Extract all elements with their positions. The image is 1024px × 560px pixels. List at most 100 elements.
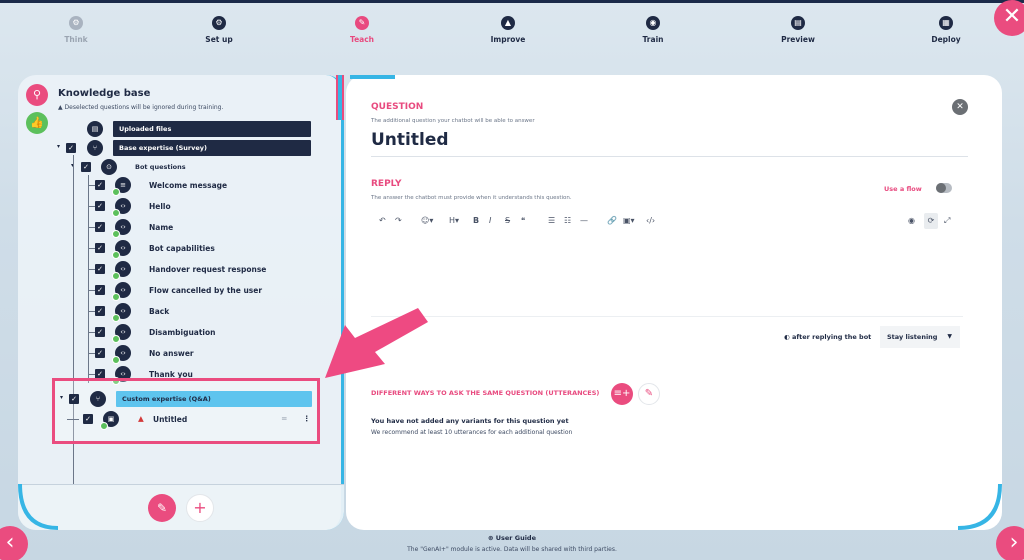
- item-label: Handover request response: [149, 265, 267, 274]
- redo-icon[interactable]: ↷: [395, 213, 402, 229]
- status-ok-icon: [112, 230, 120, 238]
- reply-editor[interactable]: [371, 235, 963, 317]
- base-expertise-checkbox[interactable]: ✓: [66, 143, 76, 153]
- bot-icon: ⊙: [101, 159, 117, 175]
- user-guide-link[interactable]: ⊛ User Guide: [488, 534, 536, 542]
- item-label: No answer: [149, 349, 194, 358]
- emoji-icon[interactable]: ☺▾: [421, 213, 433, 229]
- image-icon[interactable]: ▣▾: [623, 213, 635, 229]
- untitled-checkbox[interactable]: ✓: [83, 414, 93, 424]
- status-ok-icon: [112, 293, 120, 301]
- status-ok-icon: [112, 272, 120, 280]
- sync-icon[interactable]: ⟳: [924, 213, 938, 229]
- item-checkbox[interactable]: ✓: [95, 327, 105, 337]
- item-checkbox[interactable]: ✓: [95, 264, 105, 274]
- warning-icon: ▲: [58, 104, 63, 111]
- heading-icon[interactable]: H▾: [449, 213, 459, 229]
- tree-row-untitled[interactable]: ✓ ▣ ▲ Untitled ═ ⋮: [3, 409, 329, 430]
- bot-questions-checkbox[interactable]: ✓: [81, 162, 91, 172]
- magic-wand-icon[interactable]: ✎: [148, 494, 176, 522]
- horizontal-rule-icon[interactable]: —: [580, 213, 588, 229]
- step-think[interactable]: ⚙ Think: [31, 16, 121, 44]
- drag-handle-icon[interactable]: ═: [282, 414, 287, 423]
- magic-wand-icon[interactable]: ✎: [638, 383, 660, 405]
- link-icon[interactable]: 🔗: [607, 213, 617, 229]
- tree-row-item[interactable]: ✓ ≡ Welcome message: [18, 175, 344, 196]
- tree-row-item[interactable]: ✓ ‹› No answer: [18, 343, 344, 364]
- tree-row-item[interactable]: ✓ ‹› Flow cancelled by the user: [18, 280, 344, 301]
- tree-row-item[interactable]: ✓ ‹› Handover request response: [18, 259, 344, 280]
- quote-icon[interactable]: ❝: [521, 213, 525, 229]
- numbered-list-icon[interactable]: ☷: [564, 213, 571, 229]
- code-icon: ‹›: [112, 240, 131, 259]
- tree-row-uploaded-files[interactable]: ▤ Uploaded files: [18, 119, 344, 139]
- close-icon[interactable]: ✕: [952, 99, 968, 115]
- tree-row-item[interactable]: ✓ ‹› Name: [18, 217, 344, 238]
- tree-row-item[interactable]: ✓ ‹› Bot capabilities: [18, 238, 344, 259]
- user-guide-text: User Guide: [495, 534, 536, 542]
- step-setup[interactable]: ⚙ Set up: [174, 16, 264, 44]
- step-label: Deploy: [931, 35, 961, 44]
- code-icon[interactable]: ‹/›: [646, 213, 655, 229]
- add-icon[interactable]: +: [186, 494, 214, 522]
- search-icon[interactable]: ⚲: [26, 84, 48, 106]
- custom-expertise-checkbox[interactable]: ✓: [69, 394, 79, 404]
- step-train[interactable]: ◉ Train: [608, 16, 698, 44]
- custom-expertise-pill[interactable]: Custom expertise (Q&A): [116, 391, 312, 407]
- step-teach[interactable]: ✎ Teach: [317, 16, 407, 44]
- strikethrough-icon[interactable]: S: [505, 213, 510, 229]
- next-arrow-icon[interactable]: ›: [996, 526, 1024, 560]
- bold-icon[interactable]: B: [473, 213, 479, 229]
- uploaded-files-pill[interactable]: Uploaded files: [113, 121, 311, 137]
- use-flow-label: Use a flow: [884, 185, 922, 193]
- custom-expertise-highlight: ▾ ✓ ⑂ Custom expertise (Q&A) ✓ ▣ ▲ Untit…: [52, 378, 320, 444]
- tree-row-base-expertise[interactable]: ▾ ✓ ⑂ Base expertise (Survey): [18, 138, 344, 158]
- code-icon: ‹›: [112, 198, 131, 217]
- empty-state-subtitle: We recommend at least 10 utterances for …: [371, 429, 573, 436]
- more-options-icon[interactable]: ⋮: [303, 414, 311, 423]
- item-checkbox[interactable]: ✓: [95, 201, 105, 211]
- preview-eye-icon[interactable]: ◉: [908, 213, 915, 229]
- item-checkbox[interactable]: ✓: [95, 348, 105, 358]
- step-deploy[interactable]: ▦ Deploy: [901, 16, 991, 44]
- collapse-caret-icon[interactable]: ▾: [57, 143, 60, 150]
- warning-icon: ▲: [138, 414, 144, 423]
- step-label: Teach: [349, 35, 375, 44]
- collapse-caret-icon[interactable]: ▾: [60, 394, 63, 401]
- item-checkbox[interactable]: ✓: [95, 222, 105, 232]
- item-checkbox[interactable]: ✓: [95, 243, 105, 253]
- file-icon: ▤: [87, 121, 103, 137]
- add-utterance-icon[interactable]: ≡+: [611, 383, 633, 405]
- item-checkbox[interactable]: ✓: [95, 180, 105, 190]
- code-icon: ‹›: [112, 324, 131, 343]
- use-flow-toggle[interactable]: [936, 183, 952, 193]
- editor-toolbar: ↶ ↷ ☺▾ H▾ B I S ❝ ☰ ☷ — 🔗 ▣▾ ‹/› ◉ ⟳ ⤢: [371, 213, 963, 229]
- tree-row-item[interactable]: ✓ ‹› Hello: [18, 196, 344, 217]
- item-label: Disambiguation: [149, 328, 216, 337]
- pencil-icon: ✎: [355, 16, 369, 30]
- previous-arrow-icon[interactable]: ‹: [0, 526, 28, 560]
- question-subtitle: The additional question your chatbot wil…: [371, 118, 535, 124]
- tree-row-item[interactable]: ✓ ‹› Disambiguation: [18, 322, 344, 343]
- item-checkbox[interactable]: ✓: [95, 306, 105, 316]
- item-label: Back: [149, 307, 170, 316]
- base-expertise-pill[interactable]: Base expertise (Survey): [113, 140, 311, 156]
- undo-icon[interactable]: ↶: [379, 213, 386, 229]
- tree-row-bot-questions[interactable]: ▾ ✓ ⊙ Bot questions: [18, 157, 344, 177]
- code-icon: ‹›: [112, 219, 131, 238]
- question-title-input[interactable]: Untitled: [371, 130, 449, 150]
- italic-icon[interactable]: I: [489, 213, 491, 229]
- tree-row-item[interactable]: ✓ ‹› Back: [18, 301, 344, 322]
- item-checkbox[interactable]: ✓: [95, 285, 105, 295]
- footer-note: The "GenAI+" module is active. Data will…: [407, 546, 617, 553]
- chart-icon: ▲: [501, 16, 515, 30]
- close-icon[interactable]: ✕: [994, 0, 1024, 36]
- fullscreen-icon[interactable]: ⤢: [944, 213, 950, 229]
- tree-row-custom-expertise[interactable]: ▾ ✓ ⑂ Custom expertise (Q&A): [3, 389, 329, 409]
- bullet-list-icon[interactable]: ☰: [548, 213, 555, 229]
- brain-icon: ◉: [646, 16, 660, 30]
- step-preview[interactable]: ▤ Preview: [753, 16, 843, 44]
- status-ok-icon: [112, 314, 120, 322]
- step-improve[interactable]: ▲ Improve: [463, 16, 553, 44]
- listen-select[interactable]: Stay listening ▼: [880, 326, 960, 348]
